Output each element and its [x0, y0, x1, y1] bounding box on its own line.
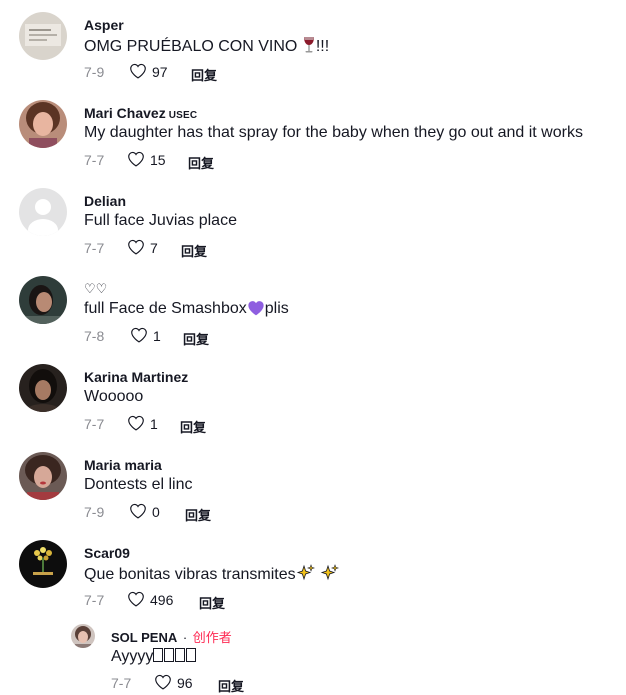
comment-text: Que bonitas vibras transmites [84, 564, 340, 584]
heart-outline-icon[interactable] [129, 63, 147, 79]
heart-outline-icon[interactable] [127, 415, 145, 431]
creator-badge: 创作者 [192, 630, 232, 645]
username[interactable]: Asper [84, 17, 124, 33]
reply-button[interactable]: 回复 [185, 505, 211, 524]
heart-outline-icon[interactable] [130, 327, 148, 343]
username[interactable]: Karina Martinez [84, 369, 188, 385]
reply-button[interactable]: 回复 [188, 153, 214, 172]
heart-outline-icon[interactable] [129, 503, 147, 519]
comment-text: OMG PRUÉBALO CON VINO !!! [84, 37, 330, 55]
missing-glyph [175, 648, 186, 662]
heart-outline-icon[interactable] [154, 674, 172, 690]
comment-text: Ayyyy [111, 648, 197, 666]
sparkles-emoji [320, 564, 339, 581]
username[interactable]: Scar09 [84, 545, 130, 561]
avatar[interactable] [19, 100, 67, 148]
comment-date: 7-7 [84, 240, 105, 256]
like-count: 1 [153, 328, 161, 344]
reply-button[interactable]: 回复 [180, 417, 206, 436]
username[interactable]: Maria maria [84, 457, 162, 473]
heart-outline-icon[interactable] [127, 239, 145, 255]
reply-button[interactable]: 回复 [181, 241, 207, 260]
comment-date: 7-7 [111, 675, 132, 691]
comment-text: My daughter has that spray for the baby … [84, 124, 583, 141]
comment-date: 7-7 [84, 152, 105, 168]
avatar[interactable] [19, 364, 67, 412]
comment-date: 7-9 [84, 504, 105, 520]
heart-outline-icon[interactable] [127, 591, 145, 607]
avatar[interactable] [19, 540, 67, 588]
missing-glyph [186, 648, 197, 662]
heart-outline-icon[interactable] [127, 151, 145, 167]
purple-heart-emoji [248, 301, 264, 316]
like-count: 0 [152, 504, 160, 520]
like-count: 7 [150, 240, 158, 256]
missing-glyph [164, 648, 175, 662]
like-count: 1 [150, 416, 158, 432]
comment-text: Dontests el linc [84, 476, 193, 493]
like-count: 15 [150, 152, 166, 168]
comment-date: 7-7 [84, 592, 105, 608]
reply-button[interactable]: 回复 [191, 65, 217, 84]
reply-button[interactable]: 回复 [218, 676, 244, 695]
comment-text: full Face de Smashbox plis [84, 300, 289, 317]
avatar[interactable] [19, 452, 67, 500]
comment-text: Full face Juvias place [84, 212, 237, 229]
reply-button[interactable]: 回复 [183, 329, 209, 348]
reply-button[interactable]: 回复 [199, 593, 225, 612]
comment-date: 7-9 [84, 64, 105, 80]
username[interactable]: Delian [84, 193, 126, 209]
like-count: 96 [177, 675, 193, 691]
user-tag: USEC [168, 110, 198, 121]
wine-glass-emoji [303, 37, 314, 53]
sparkles-emoji [296, 564, 315, 581]
username[interactable]: Mari Chavez USEC [84, 105, 197, 121]
avatar[interactable] [19, 12, 67, 60]
default-avatar-icon[interactable] [19, 188, 67, 236]
username[interactable]: ♡♡ [84, 281, 107, 297]
avatar[interactable] [19, 276, 67, 324]
comment-date: 7-8 [84, 328, 105, 344]
like-count: 496 [150, 592, 174, 608]
username[interactable]: SOL PENA · 创作者 [111, 627, 232, 646]
comment-text: Wooooo [84, 388, 144, 405]
like-count: 97 [152, 64, 168, 80]
comment-date: 7-7 [84, 416, 105, 432]
missing-glyph [153, 648, 164, 662]
avatar[interactable] [71, 624, 95, 648]
